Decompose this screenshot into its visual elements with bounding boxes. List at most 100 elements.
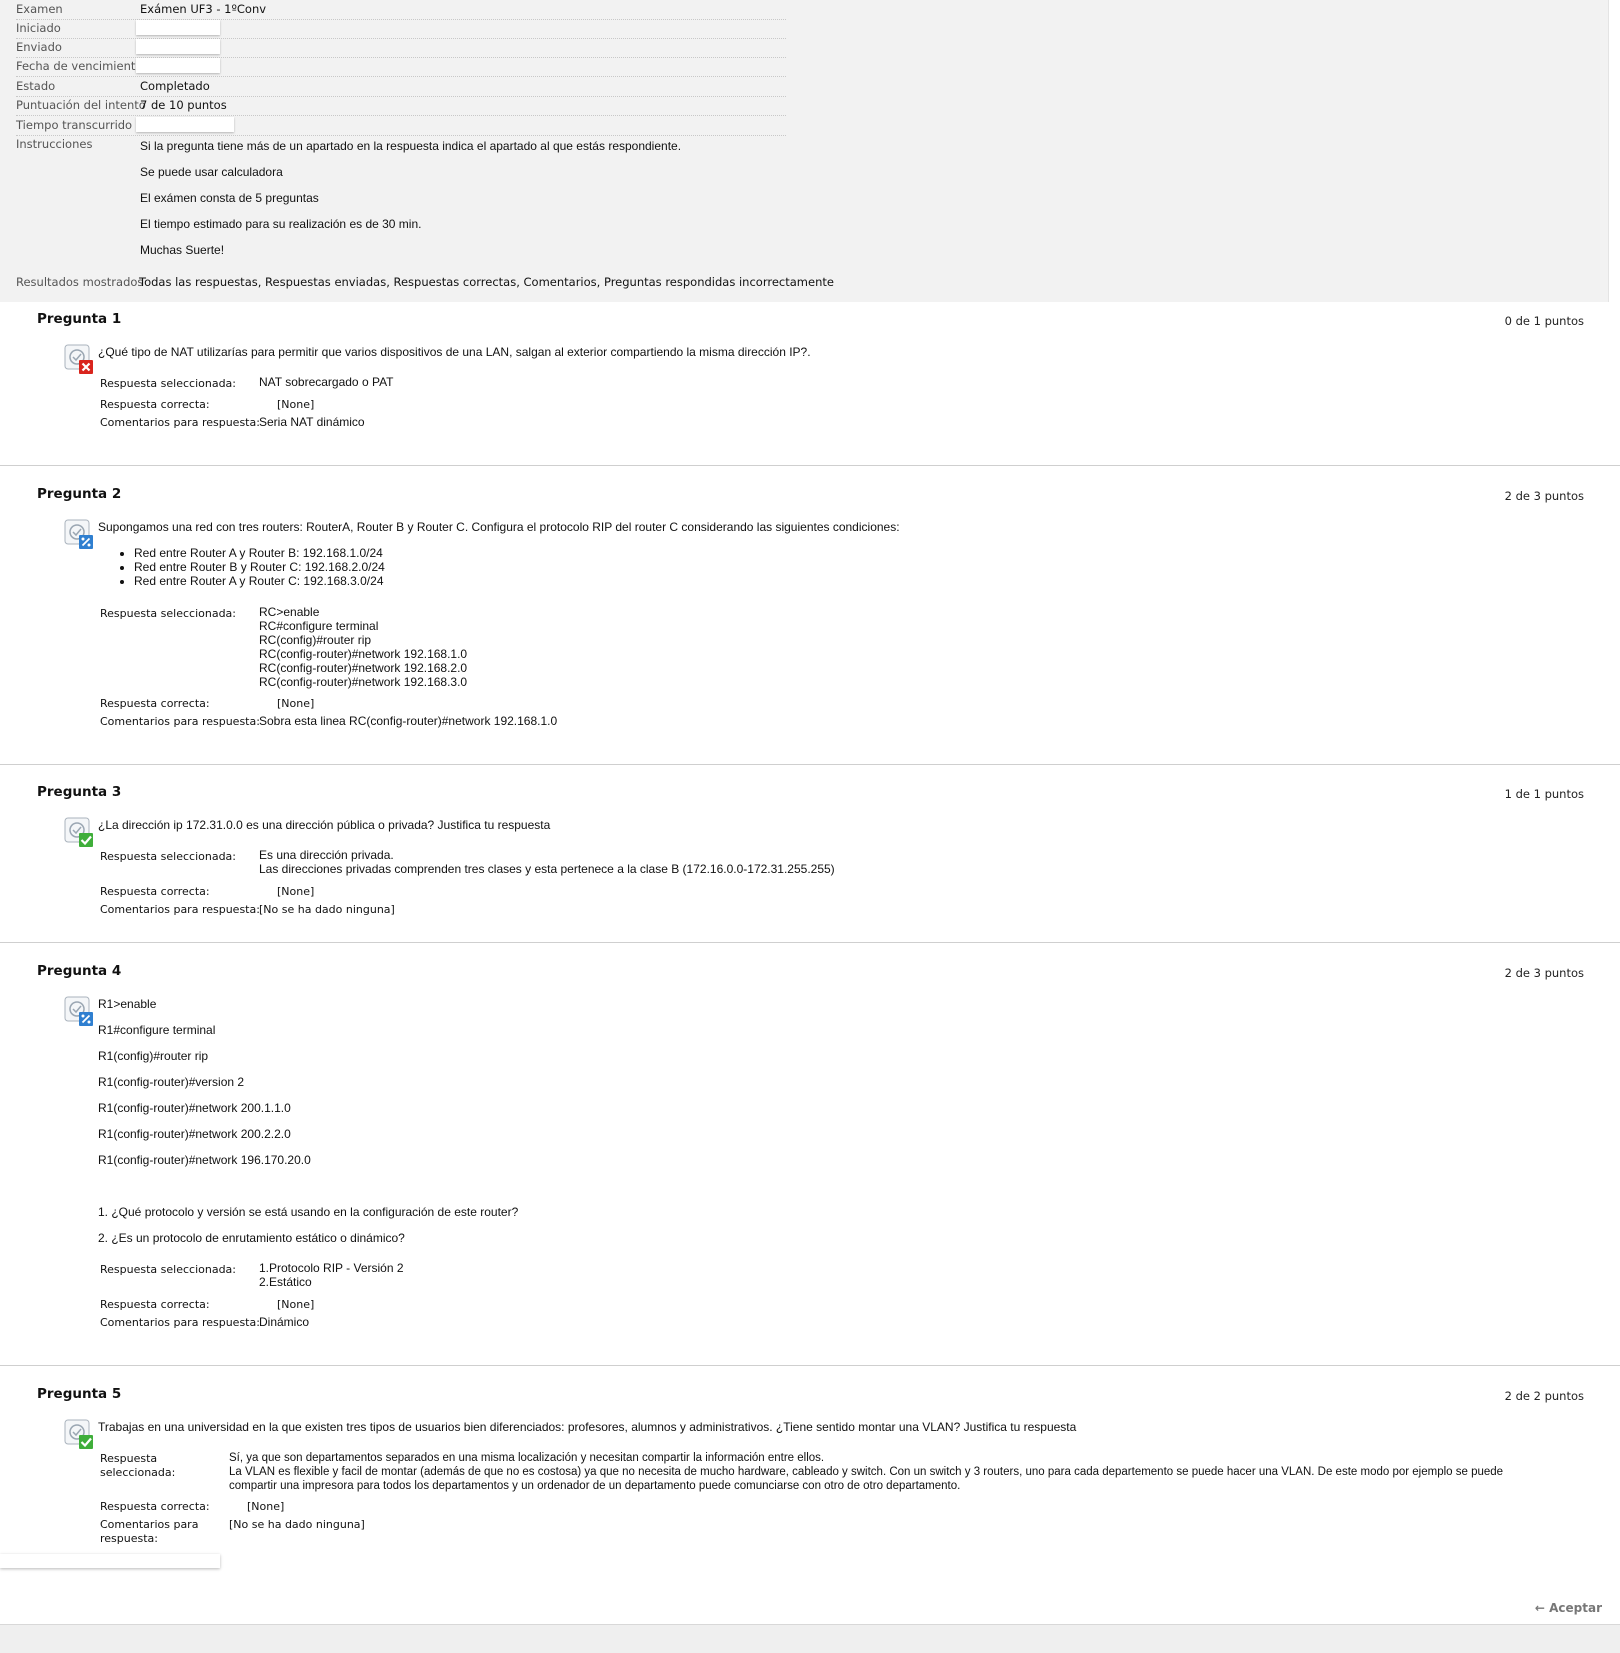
question-text: ¿Qué tipo de NAT utilizarías para permit… (98, 345, 811, 359)
summary-row-resultados: Resultados mostrados Todas las respuesta… (16, 273, 834, 292)
correct-answer: [None] (277, 398, 315, 411)
list-item: Red entre Router A y Router C: 192.168.3… (134, 574, 385, 588)
question-text-line: R1(config-router)#network 200.2.2.0 (98, 1127, 291, 1141)
selected-answer: Sí, ya que son departamentos separados e… (229, 1451, 1503, 1493)
incorrect-x-icon (64, 344, 93, 374)
correct-answer-label: Respuesta correcta: (100, 885, 210, 898)
selected-answer-label: Respuesta (100, 1452, 158, 1465)
correct-answer: [None] (277, 1298, 315, 1311)
correct-answer-label: Respuesta correcta: (100, 697, 210, 710)
answer-line: La VLAN es flexible y facil de montar (a… (229, 1466, 1504, 1478)
comment-label: Comentarios para respuesta: (100, 903, 260, 916)
comment-text: Dinámico (259, 1315, 310, 1329)
score-value: 7 de 10 puntos (140, 98, 227, 112)
question-1: Pregunta 1 0 de 1 puntos ¿Qué tipo de NA… (0, 302, 1620, 466)
answer-line: RC(config-router)#network 192.168.2.0 (259, 661, 468, 675)
comment-text: Sobra esta linea RC(config-router)#netwo… (259, 714, 558, 728)
answer-line: Es una dirección privada. (259, 848, 394, 862)
question-text: ¿La dirección ip 172.31.0.0 es una direc… (98, 818, 551, 832)
question-title: Pregunta 2 (37, 486, 122, 502)
summary-label: Fecha de vencimiento (16, 59, 143, 73)
redacted-value (136, 117, 234, 132)
selected-answer-label: seleccionada: (100, 1466, 176, 1479)
partial-credit-icon (64, 519, 93, 549)
correct-answer: [None] (247, 1500, 285, 1513)
question-points: 2 de 3 puntos (1504, 966, 1584, 980)
answer-line: RC(config-router)#network 192.168.1.0 (259, 647, 468, 661)
comment-label: respuesta: (100, 1532, 158, 1545)
summary-row-iniciado: Iniciado (16, 19, 786, 39)
question-title: Pregunta 5 (37, 1386, 122, 1402)
answer-line: 2.Estático (259, 1275, 312, 1289)
summary-label: Enviado (16, 40, 62, 54)
question-title: Pregunta 3 (37, 784, 122, 800)
selected-answer: NAT sobrecargado o PAT (259, 375, 394, 389)
instruction-line: Muchas Suerte! (140, 243, 225, 257)
summary-label: Estado (16, 79, 56, 93)
selected-answer-label: Respuesta seleccionada: (100, 607, 236, 620)
correct-check-icon (64, 817, 93, 847)
answer-line: Sí, ya que son departamentos separados e… (229, 1452, 825, 1464)
accept-button[interactable]: ← Aceptar (1535, 1601, 1602, 1615)
selected-answer: 1.Protocolo RIP - Versión 2 2.Estático (259, 1261, 404, 1289)
question-points: 2 de 2 puntos (1504, 1389, 1584, 1403)
summary-label: Tiempo transcurrido (16, 118, 133, 132)
redacted-value (136, 20, 220, 35)
redacted-value (136, 58, 220, 73)
summary-row-vencimiento: Fecha de vencimiento (16, 57, 786, 77)
comment-text: Seria NAT dinámico (259, 415, 365, 429)
comment-label: Comentarios para respuesta: (100, 715, 260, 728)
answer-line: Las direcciones privadas comprenden tres… (259, 862, 835, 876)
comment-text: [No se ha dado ninguna] (259, 903, 395, 916)
question-text-line: R1#configure terminal (98, 1023, 216, 1037)
attempt-summary: Examen Exámen UF3 - 1ºConv Iniciado Envi… (0, 0, 1609, 302)
question-text: Trabajas en una universidad en la que ex… (98, 1420, 1077, 1434)
correct-answer-label: Respuesta correcta: (100, 1500, 210, 1513)
summary-row-examen: Examen Exámen UF3 - 1ºConv (16, 0, 786, 20)
question-title: Pregunta 1 (37, 311, 122, 327)
question-5: Pregunta 5 2 de 2 puntos Trabajas en una… (0, 1366, 1620, 1624)
list-item: Red entre Router A y Router B: 192.168.1… (134, 546, 385, 560)
question-points: 0 de 1 puntos (1504, 314, 1584, 328)
comment-label: Comentarios para respuesta: (100, 416, 260, 429)
question-title: Pregunta 4 (37, 963, 122, 979)
summary-label: Instrucciones (16, 137, 93, 151)
summary-row-enviado: Enviado (16, 38, 786, 58)
question-conditions-list: Red entre Router A y Router B: 192.168.1… (118, 546, 385, 588)
instruction-line: El tiempo estimado para su realización e… (140, 217, 422, 231)
selected-answer-label: Respuesta seleccionada: (100, 1263, 236, 1276)
summary-label: Iniciado (16, 21, 61, 35)
answer-line: RC(config)#router rip (259, 633, 372, 647)
correct-check-icon (64, 1419, 93, 1449)
correct-answer-label: Respuesta correcta: (100, 398, 210, 411)
answer-line: RC(config-router)#network 192.168.3.0 (259, 675, 468, 689)
page-footer (0, 1624, 1620, 1653)
exam-name: Exámen UF3 - 1ºConv (140, 2, 267, 16)
instruction-line: El exámen consta de 5 preguntas (140, 191, 319, 205)
selected-answer-label: Respuesta seleccionada: (100, 377, 236, 390)
list-item: Red entre Router B y Router C: 192.168.2… (134, 560, 385, 574)
question-text-line: R1(config-router)#network 196.170.20.0 (98, 1153, 311, 1167)
question-3: Pregunta 3 1 de 1 puntos ¿La dirección i… (0, 765, 1620, 943)
question-text-line: R1(config)#router rip (98, 1049, 209, 1063)
redacted-block (0, 1554, 220, 1568)
question-text-line: R1(config-router)#network 200.1.1.0 (98, 1101, 291, 1115)
question-points: 2 de 3 puntos (1504, 489, 1584, 503)
question-4: Pregunta 4 2 de 3 puntos R1>enable R1#co… (0, 943, 1620, 1366)
summary-row-tiempo: Tiempo transcurrido (16, 116, 786, 136)
redacted-value (136, 39, 220, 54)
status-value: Completado (140, 79, 210, 93)
results-value: Todas las respuestas, Respuestas enviada… (139, 275, 834, 289)
question-points: 1 de 1 puntos (1504, 787, 1584, 801)
question-text-line: R1>enable (98, 997, 157, 1011)
summary-label: Resultados mostrados (16, 275, 144, 289)
selected-answer: RC>enable RC#configure terminal RC(confi… (259, 605, 467, 689)
question-text: Supongamos una red con tres routers: Rou… (98, 520, 900, 534)
summary-row-estado: Estado Completado (16, 77, 786, 97)
comment-label: Comentarios para respuesta: (100, 1316, 260, 1329)
correct-answer: [None] (277, 697, 315, 710)
question-subquestion: 1. ¿Qué protocolo y versión se está usan… (98, 1205, 519, 1219)
comment-text: [No se ha dado ninguna] (229, 1518, 365, 1531)
correct-answer-label: Respuesta correcta: (100, 1298, 210, 1311)
correct-answer: [None] (277, 885, 315, 898)
